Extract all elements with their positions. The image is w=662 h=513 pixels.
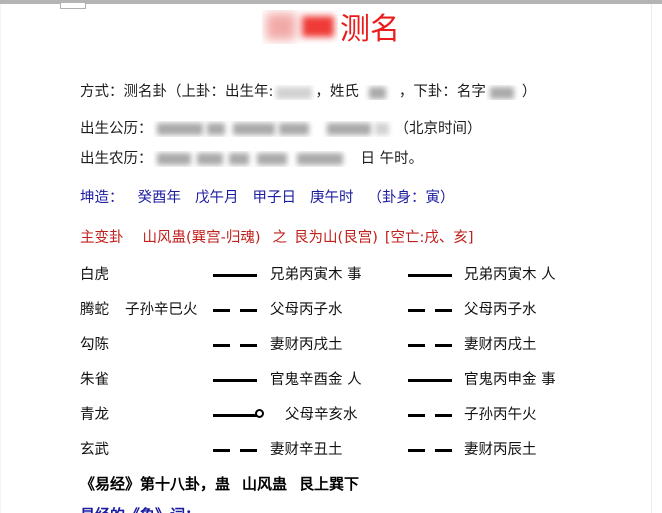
primary-yao-line (213, 403, 264, 427)
changed-yao-line (408, 403, 456, 427)
primary-yao-text: 妻财丙戌土 (270, 337, 343, 353)
primary-yao-text: 父母丙子水 (270, 302, 343, 318)
classic-reference-line: 《易经》第十八卦，蛊 山风蛊 艮上巽下 (80, 473, 359, 494)
primary-yao-line (213, 333, 261, 357)
redacted-title-characters (262, 10, 338, 44)
hexagram-header-label: 主变卦 (80, 230, 124, 246)
primary-yao-line (213, 263, 261, 287)
changed-yao-line (408, 438, 456, 462)
pillar-day: 甲子日 (252, 190, 297, 206)
primary-yao-text: 官鬼辛酉金 人 (270, 372, 362, 388)
changed-yao-text: 妻财丙辰土 (464, 442, 537, 458)
hexagram-connector: 之 (272, 230, 288, 246)
primary-yao-line (213, 438, 261, 462)
solar-suffix: （北京时间） (394, 121, 482, 137)
moving-yao-marker-icon (255, 409, 264, 418)
changed-yao-line (408, 263, 456, 287)
changed-yao-text: 父母丙子水 (464, 302, 537, 318)
table-row: 腾蛇 子孙辛巳火 父母丙子水 父母丙子水 (0, 298, 662, 333)
solar-label: 出生公历： (80, 121, 153, 137)
solar-birth-line: 出生公历： （北京时间） (80, 117, 482, 138)
method-line: 方式：测名卦（上卦：出生年: ，姓氏 ，下卦：名字 ） (80, 80, 536, 101)
pillar-year: 癸酉年 (137, 190, 182, 206)
primary-yao-line (213, 368, 261, 392)
redacted-surname (359, 85, 399, 100)
changed-yao-line (408, 368, 456, 392)
method-value-c: ，下卦：名字 (398, 84, 486, 100)
changed-yao-text: 子孙丙午火 (464, 407, 537, 423)
document-page: 测名 方式：测名卦（上卦：出生年: ，姓氏 ，下卦：名字） 出生公历： （北京时间） … (0, 0, 662, 513)
table-row: 青龙 父母辛亥水 子孙丙午火 (0, 403, 662, 438)
redacted-solar-date (153, 121, 395, 137)
xiang-commentary-line: 易经的《象》词： (80, 504, 200, 513)
page-title: 测名 (0, 10, 662, 50)
primary-yao-text: 父母辛亥水 (285, 407, 358, 423)
table-row: 勾陈 妻财丙戌土 妻财丙戌土 (0, 333, 662, 368)
method-label: 方式： (80, 84, 124, 100)
six-beast-label: 朱雀 (80, 372, 109, 388)
browser-tab-stub[interactable] (60, 3, 86, 9)
lunar-label: 出生农历： (80, 151, 153, 167)
primary-hexagram-name: 山风蛊(巽宫-归魂) (142, 230, 261, 246)
redacted-birth-year (273, 85, 315, 100)
redacted-given-name (486, 85, 522, 100)
method-value-d: ） (521, 84, 537, 100)
method-value-b: ，姓氏 (315, 84, 359, 100)
table-row: 玄武 妻财辛丑土 妻财丙辰土 (0, 438, 662, 473)
lunar-mid: 日 (360, 151, 376, 167)
primary-yao-line (213, 298, 261, 322)
changed-yao-text: 官鬼丙申金 事 (464, 372, 556, 388)
lunar-birth-line: 出生农历： 日 午时。 (80, 147, 423, 168)
six-beast-label: 玄武 (80, 442, 109, 458)
browser-chrome-strip (0, 0, 662, 4)
classic-reference-a: 《易经》第十八卦，蛊 (80, 475, 231, 493)
pillar-month: 戊午月 (195, 190, 239, 206)
lunar-suffix: 午时。 (379, 151, 424, 167)
changed-hexagram-name: 艮为山(艮宫) (294, 230, 378, 246)
hexagram-table: 白虎 兄弟丙寅木 事 兄弟丙寅木 人 腾蛇 子孙辛巳火 父母丙子水 父母丙子水 (0, 263, 662, 473)
changed-yao-text: 兄弟丙寅木 人 (464, 267, 556, 283)
pillars-gender-label: 坤造： (80, 190, 124, 206)
changed-yao-line (408, 333, 456, 357)
classic-reference-c: 艮上巽下 (299, 475, 360, 493)
gua-shen: （卦身：寅） (367, 190, 455, 206)
hidden-spirit-label: 子孙辛巳火 (125, 302, 198, 318)
classic-reference-b: 山风蛊 (242, 475, 288, 493)
table-row: 朱雀 官鬼辛酉金 人 官鬼丙申金 事 (0, 368, 662, 403)
page-title-text: 测名 (340, 12, 400, 47)
four-pillars-line: 坤造： 癸酉年 戊午月 甲子日 庚午时 （卦身：寅） (80, 186, 455, 207)
primary-yao-text: 妻财辛丑土 (270, 442, 343, 458)
changed-yao-line (408, 298, 456, 322)
kongwang-note: [空亡:戌、亥] (384, 230, 474, 246)
six-beast-label: 勾陈 (80, 337, 109, 353)
pillar-hour: 庚午时 (310, 190, 354, 206)
six-beast-label: 白虎 (80, 267, 109, 283)
redacted-lunar-date (153, 151, 361, 167)
method-value-a: 测名卦（上卦：出生年: (123, 84, 274, 100)
table-row: 白虎 兄弟丙寅木 事 兄弟丙寅木 人 (0, 263, 662, 298)
six-beast-label: 腾蛇 (80, 302, 109, 318)
six-beast-label: 青龙 (80, 407, 109, 423)
changed-yao-text: 妻财丙戌土 (464, 337, 537, 353)
hexagram-header-line: 主变卦 山风蛊(巽宫-归魂) 之艮为山(艮宫) [空亡:戌、亥] (80, 226, 474, 247)
primary-yao-text: 兄弟丙寅木 事 (270, 267, 362, 283)
